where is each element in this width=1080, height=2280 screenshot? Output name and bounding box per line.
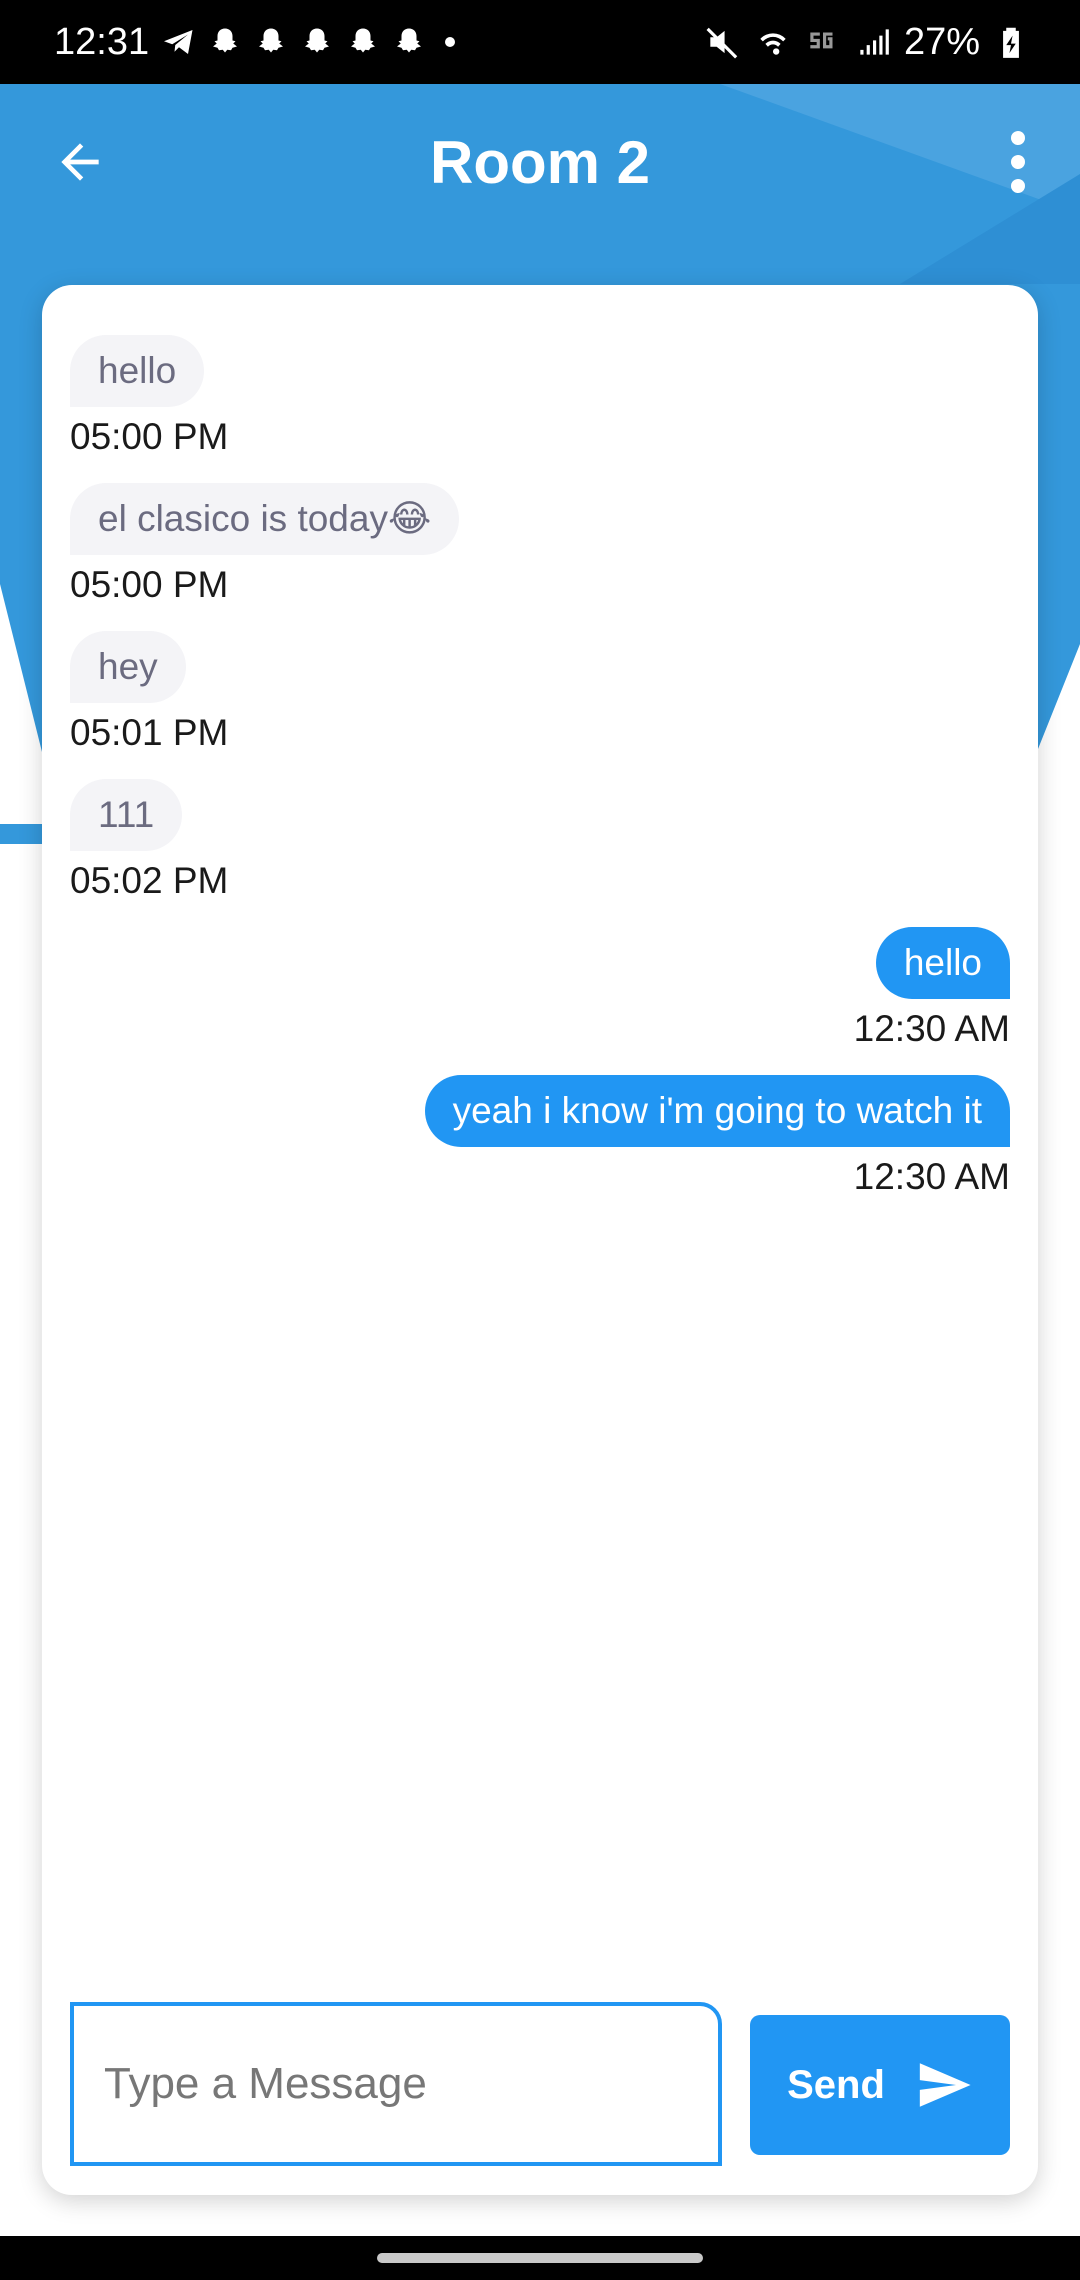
app-bar: Room 2 <box>0 84 1080 240</box>
message-time: 05:02 PM <box>70 860 229 901</box>
send-icon <box>919 2063 971 2107</box>
mute-icon <box>706 27 738 59</box>
battery-percent: 27% <box>903 20 980 63</box>
message-time: 12:30 AM <box>853 1008 1010 1049</box>
snapchat-icon <box>351 28 376 53</box>
message-bubble[interactable]: hello <box>70 335 205 407</box>
message-bubble[interactable]: hey <box>70 631 186 703</box>
message-bubble[interactable]: yeah i know i'm going to watch it <box>424 1075 1010 1147</box>
back-button[interactable] <box>48 130 112 194</box>
more-options-button[interactable] <box>990 122 1046 202</box>
send-label: Send <box>787 2062 885 2107</box>
chat-card: hello 05:00 PM el clasico is today😂 05:0… <box>42 285 1038 2195</box>
message-bubble[interactable]: el clasico is today😂 <box>70 483 460 555</box>
signal-icon <box>860 29 889 55</box>
home-handle[interactable] <box>377 2253 703 2263</box>
notification-icons <box>161 24 456 60</box>
message-incoming: el clasico is today😂 05:00 PM <box>70 483 1010 609</box>
more-vert-icon <box>1011 131 1025 145</box>
snapchat-icon <box>305 28 330 53</box>
message-incoming: hey 05:01 PM <box>70 631 1010 757</box>
message-bubble[interactable]: 111 <box>70 779 183 851</box>
battery-charging-icon <box>1003 27 1019 58</box>
send-button[interactable]: Send <box>750 2015 1010 2155</box>
snapchat-icon <box>259 28 284 53</box>
page-title: Room 2 <box>429 128 651 196</box>
status-left: 12:31 <box>54 20 456 64</box>
message-list[interactable]: hello 05:00 PM el clasico is today😂 05:0… <box>70 335 1010 1223</box>
status-time: 12:31 <box>54 20 150 63</box>
message-bubble[interactable]: hello <box>875 927 1010 999</box>
navigation-bar <box>0 2236 1080 2280</box>
message-outgoing: hello 12:30 AM <box>70 927 1010 1053</box>
message-input[interactable] <box>74 2006 718 2162</box>
message-incoming: hello 05:00 PM <box>70 335 1010 461</box>
status-bar: 12:31 27% <box>0 0 1080 84</box>
telegram-icon <box>164 30 193 54</box>
network-5g-icon <box>810 32 833 49</box>
message-outgoing: yeah i know i'm going to watch it 12:30 … <box>70 1075 1010 1201</box>
more-notifications-dot <box>445 37 456 47</box>
snapchat-icon <box>213 28 238 53</box>
arrow-back-icon <box>61 143 99 181</box>
message-input-container <box>70 2002 722 2166</box>
message-time: 12:30 AM <box>853 1156 1010 1197</box>
status-right: 27% <box>704 21 1030 64</box>
message-time: 05:00 PM <box>70 564 229 605</box>
message-time: 05:00 PM <box>70 416 229 457</box>
snapchat-icon <box>397 28 422 53</box>
wifi-icon <box>760 33 786 55</box>
message-incoming: 111 05:02 PM <box>70 779 1010 905</box>
message-time: 05:01 PM <box>70 712 229 753</box>
